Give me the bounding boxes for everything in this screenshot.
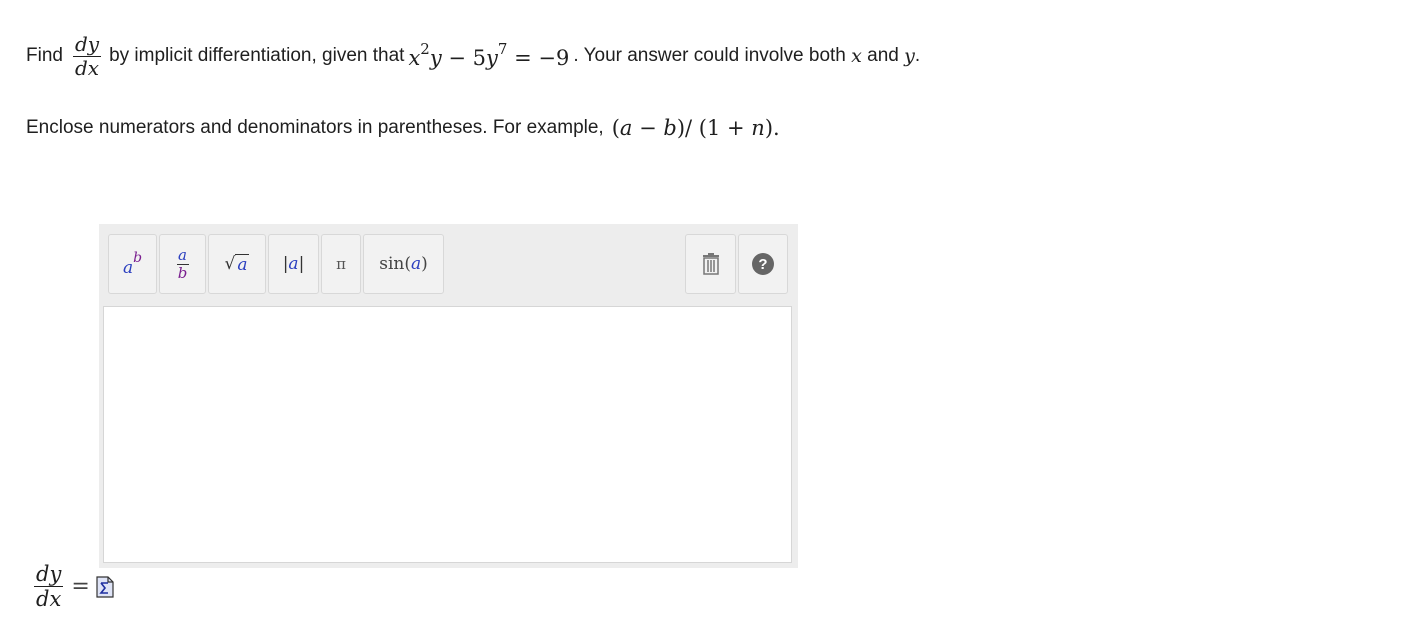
help-icon: ?: [752, 253, 774, 275]
example-expression: (a − b)/ (1 + n).: [612, 116, 780, 140]
answer-numerator: dy: [36, 562, 62, 586]
equals-sign: =: [71, 574, 90, 600]
instruction-text: Enclose numerators and denominators in p…: [26, 117, 604, 138]
eq-rhs: = −9: [507, 45, 570, 70]
sin-close: ): [421, 254, 428, 274]
ex-n: n: [751, 116, 765, 140]
help-button[interactable]: ?: [738, 234, 788, 294]
exponent-button[interactable]: ab: [108, 234, 157, 294]
and-label: and: [867, 45, 899, 66]
trash-icon: [702, 253, 719, 275]
question-text-end: . Your answer could involve both: [573, 45, 846, 66]
question-line: Find dy dx by implicit differentiation, …: [26, 28, 920, 84]
eq-y2: y: [486, 45, 498, 70]
eq-minus-five: − 5: [441, 45, 487, 70]
answer-denominator: dx: [36, 587, 62, 612]
clear-button[interactable]: [685, 234, 736, 294]
fraction-button[interactable]: a b: [159, 234, 206, 294]
eq-y: y: [429, 45, 442, 70]
answer-row: dy dx =: [34, 562, 114, 611]
ex-b: b: [663, 116, 677, 140]
abs-button[interactable]: | a |: [268, 234, 319, 294]
question-text: by implicit differentiation, given that: [109, 45, 405, 66]
ex-end: ).: [764, 116, 780, 140]
sin-arg: a: [410, 254, 422, 274]
abs-close: |: [298, 254, 305, 274]
sqrt-arg: a: [235, 253, 250, 275]
given-equation: x2y − 5y7 = −9: [408, 39, 570, 70]
var-x: x: [851, 45, 862, 67]
sin-label: sin: [379, 254, 405, 274]
sqrt-button[interactable]: √ a: [208, 234, 266, 294]
pi-button[interactable]: π: [321, 234, 361, 294]
derivative-fraction: dy dx: [72, 31, 102, 80]
find-label: Find: [26, 45, 63, 66]
eq-x-exp: 2: [420, 39, 430, 58]
eq-y-exp: 7: [497, 39, 508, 58]
ex-mid: )/ (1 +: [676, 116, 752, 140]
exp-base: a: [122, 258, 134, 278]
eq-x: x: [408, 45, 421, 70]
instruction-line: Enclose numerators and denominators in p…: [26, 116, 784, 140]
ex-open: (: [611, 116, 620, 140]
sin-button[interactable]: sin (a): [363, 234, 444, 294]
math-input-area[interactable]: [103, 306, 792, 563]
sqrt-icon: √: [224, 254, 236, 274]
sin-open: (: [404, 254, 411, 274]
sigma-editor-icon[interactable]: [96, 576, 114, 598]
exp-power: b: [133, 250, 143, 266]
ex-a: a: [619, 116, 633, 140]
derivative-denominator: dx: [74, 55, 100, 80]
abs-arg: a: [288, 254, 299, 274]
frac-den: b: [177, 263, 188, 282]
frac-num: a: [178, 246, 187, 264]
math-editor: ab a b √ a | a | π sin (a) ?: [99, 224, 798, 568]
derivative-numerator: dy: [74, 31, 100, 56]
var-y: y: [904, 45, 915, 67]
ex-minus: −: [632, 116, 664, 140]
period: .: [914, 45, 921, 66]
pi-icon: π: [336, 255, 346, 273]
answer-derivative: dy dx: [34, 562, 64, 612]
